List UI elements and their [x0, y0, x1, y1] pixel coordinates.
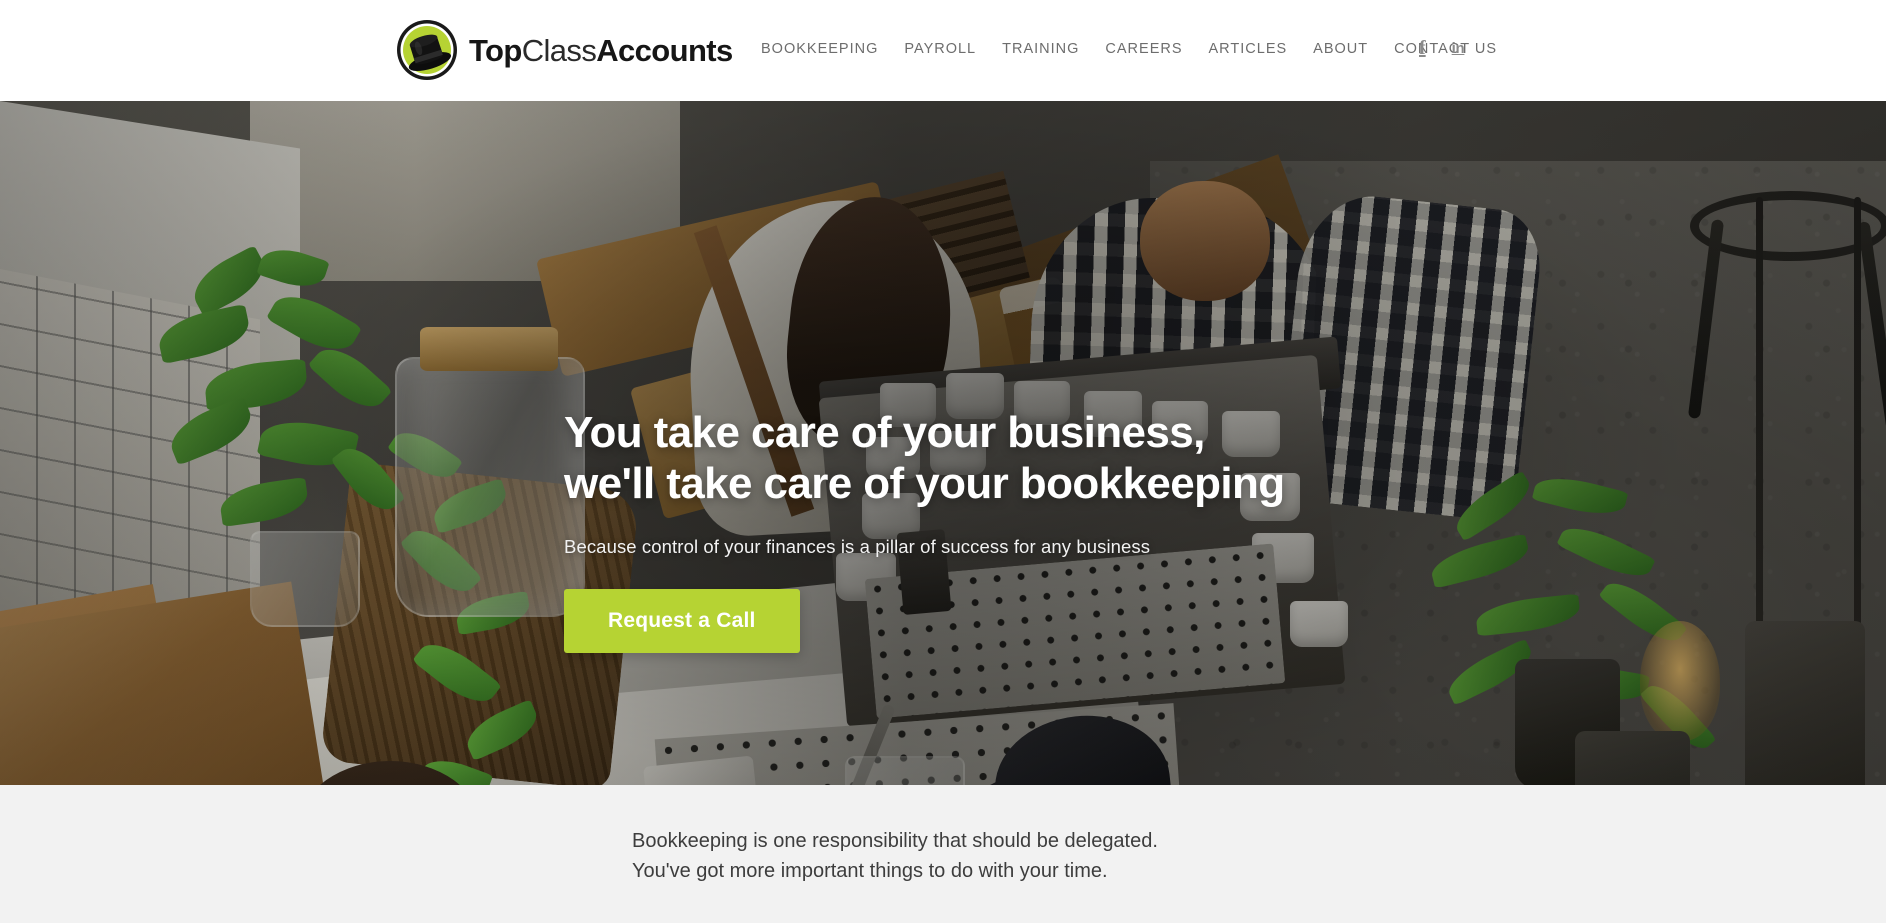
nav-item-payroll[interactable]: PAYROLL [891, 41, 989, 57]
intro-line-1: Bookkeeping is one responsibility that s… [632, 830, 1158, 852]
top-hat-icon [396, 19, 458, 81]
hero-content: You take care of your business, we'll ta… [564, 407, 1464, 653]
nav-item-about[interactable]: ABOUT [1300, 41, 1381, 57]
social-links: f in [1419, 38, 1465, 58]
site-logo[interactable]: TopClassAccounts [396, 19, 733, 81]
facebook-icon[interactable]: f [1419, 38, 1426, 58]
brand-word-accounts: Accounts [596, 32, 733, 68]
main-navigation: BOOKKEEPING PAYROLL TRAINING CAREERS ART… [761, 41, 1510, 57]
hero-subheading: Because control of your finances is a pi… [564, 535, 1151, 557]
hero-heading: You take care of your business, we'll ta… [564, 407, 1464, 510]
brand-word-top: Top [469, 32, 522, 68]
hero-section: You take care of your business, we'll ta… [0, 101, 1886, 785]
intro-text: Bookkeeping is one responsibility that s… [632, 827, 1158, 886]
request-a-call-button[interactable]: Request a Call [564, 588, 800, 653]
intro-section: Bookkeeping is one responsibility that s… [0, 785, 1886, 923]
intro-line-2: You've got more important things to do w… [632, 859, 1108, 882]
nav-item-bookkeeping[interactable]: BOOKKEEPING [761, 41, 891, 57]
brand-word-class: Class [521, 32, 597, 68]
brand-wordmark: TopClassAccounts [469, 35, 733, 66]
nav-item-careers[interactable]: CAREERS [1092, 41, 1195, 57]
hero-heading-line-1: You take care of your business, [564, 408, 1205, 457]
linkedin-icon[interactable]: in [1452, 41, 1465, 56]
nav-item-training[interactable]: TRAINING [989, 41, 1092, 57]
site-header: TopClassAccounts BOOKKEEPING PAYROLL TRA… [0, 0, 1886, 101]
nav-item-articles[interactable]: ARTICLES [1196, 41, 1301, 57]
hero-heading-line-2: we'll take care of your bookkeeping [564, 459, 1285, 509]
